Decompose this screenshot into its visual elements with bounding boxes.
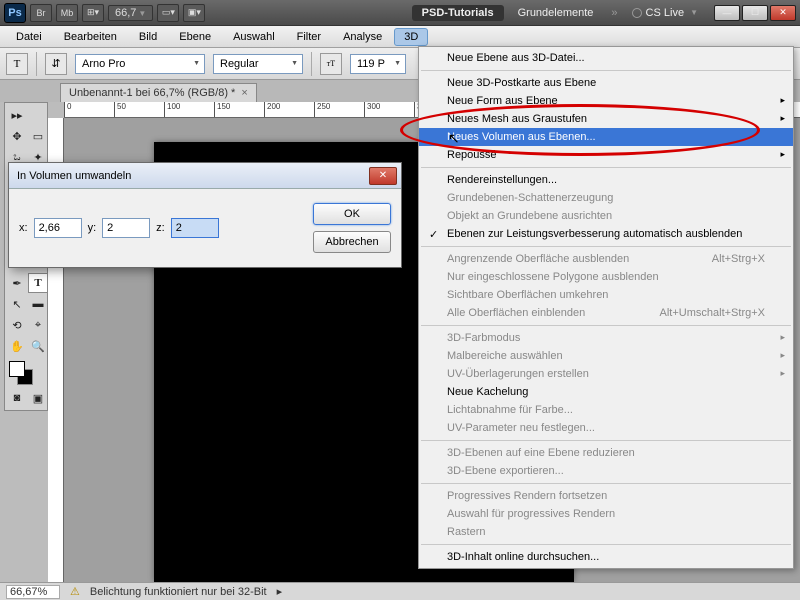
menu-item[interactable]: Auswahl für progressives Rendern [419,505,793,523]
3d-camera-tool[interactable]: ⌖ [28,315,48,335]
workspace-psd-tutorials[interactable]: PSD-Tutorials [412,5,504,21]
menu-item[interactable]: 3D-Farbmodus [419,329,793,347]
arrange-icon[interactable]: ▭▾ [157,4,179,22]
status-more-icon[interactable]: ▸ [277,585,283,598]
quickmask-icon[interactable]: ◙ [7,388,27,408]
ps-logo-icon: Ps [4,3,26,23]
warning-icon: ⚠ [70,585,80,598]
menu-item[interactable]: Neue Ebene aus 3D-Datei... [419,49,793,67]
menu-item[interactable]: Rendereinstellungen... [419,171,793,189]
shape-tool[interactable]: ▬ [28,294,48,314]
fg-color-swatch[interactable] [9,361,25,377]
cancel-button[interactable]: Abbrechen [313,231,391,253]
app-header: Ps Br Mb ⊞▾ 66,7▼ ▭▾ ▣▾ PSD-Tutorials Gr… [0,0,800,26]
pen-tool[interactable]: ✒ [7,273,27,293]
toolbox-handle[interactable]: ▸▸ [7,105,27,125]
menu-item[interactable]: Malbereiche auswählen [419,347,793,365]
menu-analyse[interactable]: Analyse [333,28,392,46]
menu-item[interactable]: Rastern [419,523,793,541]
minimize-button[interactable]: — [714,5,740,21]
close-tab-icon[interactable]: × [241,87,247,99]
menu-ebene[interactable]: Ebene [169,28,221,46]
document-tab[interactable]: Unbenannt-1 bei 66,7% (RGB/8) *× [60,83,257,102]
hand-tool[interactable]: ✋ [7,336,27,356]
close-button[interactable]: ✕ [770,5,796,21]
menu-item[interactable]: 3D-Inhalt online durchsuchen... [419,548,793,566]
y-input[interactable]: 2 [102,218,150,238]
menu-item[interactable]: Neue 3D-Postkarte aus Ebene [419,74,793,92]
menu-item[interactable]: Angrenzende Oberfläche ausblendenAlt+Str… [419,250,793,268]
font-style-select[interactable]: Regular [213,54,303,74]
workspace-more-icon[interactable]: » [607,7,621,19]
menu-item[interactable]: Objekt an Grundebene ausrichten [419,207,793,225]
y-label: y: [88,222,97,234]
z-label: z: [156,222,165,234]
menu-item[interactable]: Neue Form aus Ebene [419,92,793,110]
font-size-select[interactable]: 119 P [350,54,406,74]
type-tool[interactable]: T [28,273,48,293]
menu-item[interactable]: Nur eingeschlossene Polygone ausblenden [419,268,793,286]
menu-item[interactable]: Neues Mesh aus Graustufen [419,110,793,128]
menu-3d[interactable]: 3D [394,28,428,46]
x-label: x: [19,222,28,234]
volume-dialog: In Volumen umwandeln ✕ x: 2,66 y: 2 z: 2… [8,162,402,268]
ok-button[interactable]: OK [313,203,391,225]
z-input[interactable]: 2 [171,218,219,238]
menu-item[interactable]: Lichtabnahme für Farbe... [419,401,793,419]
menu-item[interactable]: Neues Volumen aus Ebenen... [419,128,793,146]
screenmode-tool[interactable]: ▣ [28,388,48,408]
maximize-button[interactable]: ☐ [742,5,768,21]
menu-auswahl[interactable]: Auswahl [223,28,285,46]
menu-item[interactable]: Progressives Rendern fortsetzen [419,487,793,505]
menu-item[interactable]: Alle Oberflächen einblendenAlt+Umschalt+… [419,304,793,322]
menu-item[interactable]: UV-Überlagerungen erstellen [419,365,793,383]
cs-live-button[interactable]: CS Live▼ [626,7,704,19]
menu-item[interactable]: 3D-Ebenen auf eine Ebene reduzieren [419,444,793,462]
tool-preset-icon[interactable]: T [6,53,28,75]
status-message: Belichtung funktioniert nur bei 32-Bit [90,586,267,598]
dialog-title-text: In Volumen umwandeln [17,170,131,182]
3d-menu-dropdown: Neue Ebene aus 3D-Datei... Neue 3D-Postka… [418,46,794,569]
menu-bild[interactable]: Bild [129,28,167,46]
dialog-titlebar[interactable]: In Volumen umwandeln ✕ [9,163,401,189]
menu-item[interactable]: UV-Parameter neu festlegen... [419,419,793,437]
menu-item[interactable]: Grundebenen-Schattenerzeugung [419,189,793,207]
text-orientation-icon[interactable]: ⇵ [45,53,67,75]
status-bar: 66,67% ⚠ Belichtung funktioniert nur bei… [0,582,800,600]
screenmode-icon[interactable]: ▣▾ [183,4,205,22]
menu-bar: Datei Bearbeiten Bild Ebene Auswahl Filt… [0,26,800,48]
font-size-icon: ᴛT [320,53,342,75]
menu-item[interactable]: Neue Kachelung [419,383,793,401]
font-family-select[interactable]: Arno Pro [75,54,205,74]
view-extras-icon[interactable]: ⊞▾ [82,4,104,22]
cs-live-icon [632,8,642,18]
zoom-tool[interactable]: 🔍 [28,336,48,356]
menu-item[interactable]: 3D-Ebene exportieren... [419,462,793,480]
move-tool[interactable]: ✥ [7,126,27,146]
x-input[interactable]: 2,66 [34,218,82,238]
menu-item[interactable]: Ebenen zur Leistungsverbesserung automat… [419,225,793,243]
menu-filter[interactable]: Filter [287,28,331,46]
path-tool[interactable]: ↖ [7,294,27,314]
workspace-grundelemente[interactable]: Grundelemente [508,5,604,21]
zoom-display[interactable]: 66,7▼ [108,5,153,21]
color-swatches[interactable] [7,361,48,387]
menu-datei[interactable]: Datei [6,28,52,46]
bridge-icon[interactable]: Br [30,4,52,22]
3d-rotate-tool[interactable]: ⟲ [7,315,27,335]
menu-bearbeiten[interactable]: Bearbeiten [54,28,127,46]
minibridge-icon[interactable]: Mb [56,4,78,22]
status-zoom[interactable]: 66,67% [6,585,60,599]
marquee-tool[interactable]: ▭ [28,126,48,146]
dialog-close-button[interactable]: ✕ [369,167,397,185]
menu-item[interactable]: Repoussé [419,146,793,164]
menu-item[interactable]: Sichtbare Oberflächen umkehren [419,286,793,304]
